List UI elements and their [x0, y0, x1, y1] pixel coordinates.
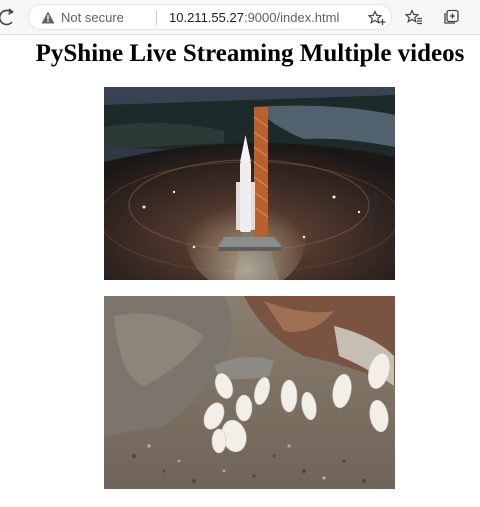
- url-host: 10.211.55.27: [169, 10, 244, 25]
- address-bar[interactable]: Not secure 10.211.55.27:9000/index.html: [28, 4, 392, 30]
- warning-icon[interactable]: [41, 11, 55, 24]
- favorites-icon[interactable]: [405, 9, 423, 25]
- page-title: PyShine Live Streaming Multiple videos: [35, 40, 465, 67]
- video-stream-rocket: [104, 87, 395, 280]
- url-text[interactable]: 10.211.55.27:9000/index.html: [169, 10, 339, 25]
- security-status-label[interactable]: Not secure: [61, 10, 124, 25]
- add-favorite-icon[interactable]: [368, 10, 386, 26]
- url-path: :9000/index.html: [243, 10, 340, 25]
- video-stream-butterflies: [104, 296, 395, 489]
- rocket-launch-image: [104, 87, 395, 280]
- omnibox-separator: [156, 11, 157, 25]
- butterflies-image: [104, 296, 395, 489]
- browser-toolbar: Not secure 10.211.55.27:9000/index.html: [0, 0, 480, 35]
- collections-icon[interactable]: [443, 9, 461, 25]
- reload-icon[interactable]: [0, 8, 16, 26]
